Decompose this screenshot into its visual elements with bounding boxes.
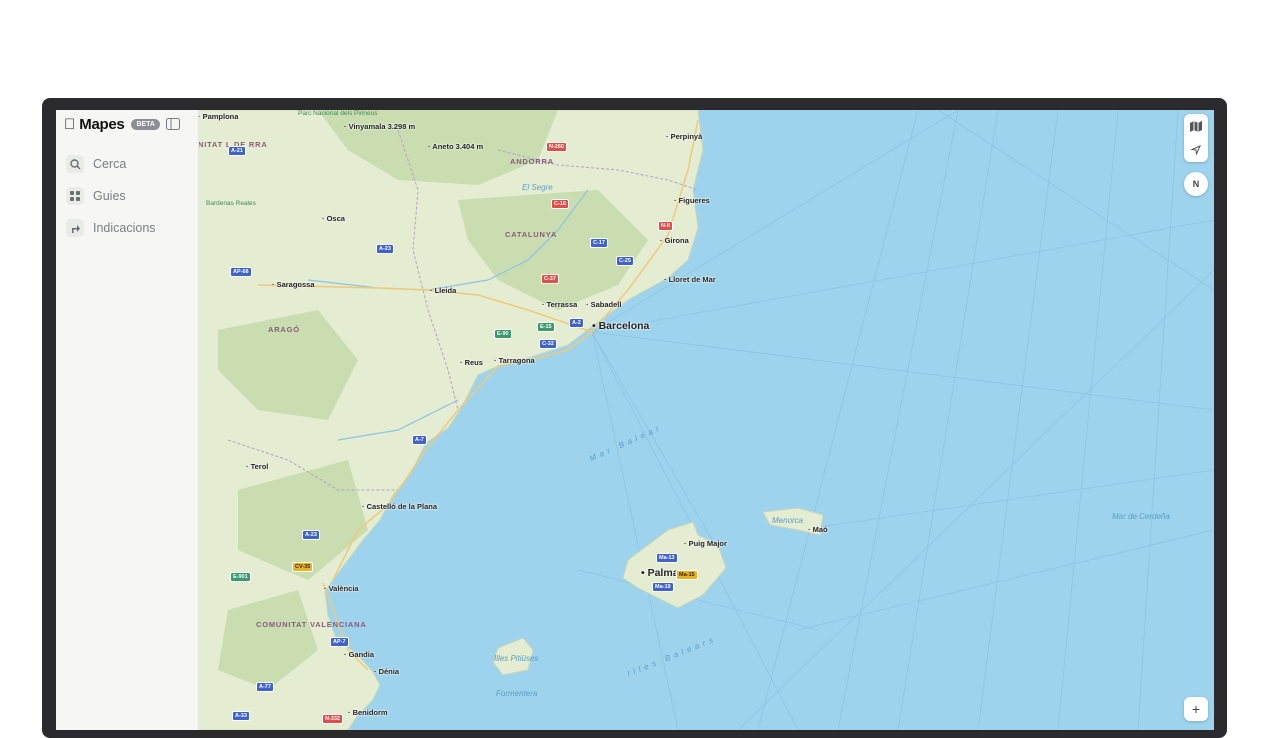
apple-logo-icon: : [64, 116, 75, 133]
sidebar-item-label: Indicacions: [93, 221, 156, 235]
map-canvas[interactable]: [198, 110, 1214, 730]
sidebar-item-directions[interactable]: Indicacions: [66, 219, 156, 237]
map-controls: [1184, 114, 1208, 162]
directions-icon: [66, 219, 84, 237]
sidebar-item-search[interactable]: Cerca: [66, 155, 126, 173]
location-arrow-icon: [1191, 145, 1201, 155]
sidebar-item-label: Guies: [93, 189, 126, 203]
sidebar-toggle-icon[interactable]: [166, 118, 180, 130]
map-icon: [1190, 120, 1202, 132]
locate-button[interactable]: [1184, 138, 1208, 162]
sidebar-item-label: Cerca: [93, 157, 127, 171]
map-mode-button[interactable]: [1184, 114, 1208, 138]
app-brand:  Mapes BETA: [64, 116, 160, 133]
search-icon: [66, 155, 84, 173]
guides-icon: [66, 187, 84, 205]
beta-badge: BETA: [131, 119, 160, 130]
app-window:  Mapes BETA Cerca Guies Indicacions: [56, 110, 1214, 730]
sidebar:  Mapes BETA Cerca Guies Indicacions: [56, 110, 199, 730]
compass-button[interactable]: N: [1184, 172, 1208, 196]
sidebar-item-guides[interactable]: Guies: [66, 187, 126, 205]
zoom-in-button[interactable]: +: [1184, 697, 1208, 721]
app-name: Mapes: [68, 116, 124, 133]
